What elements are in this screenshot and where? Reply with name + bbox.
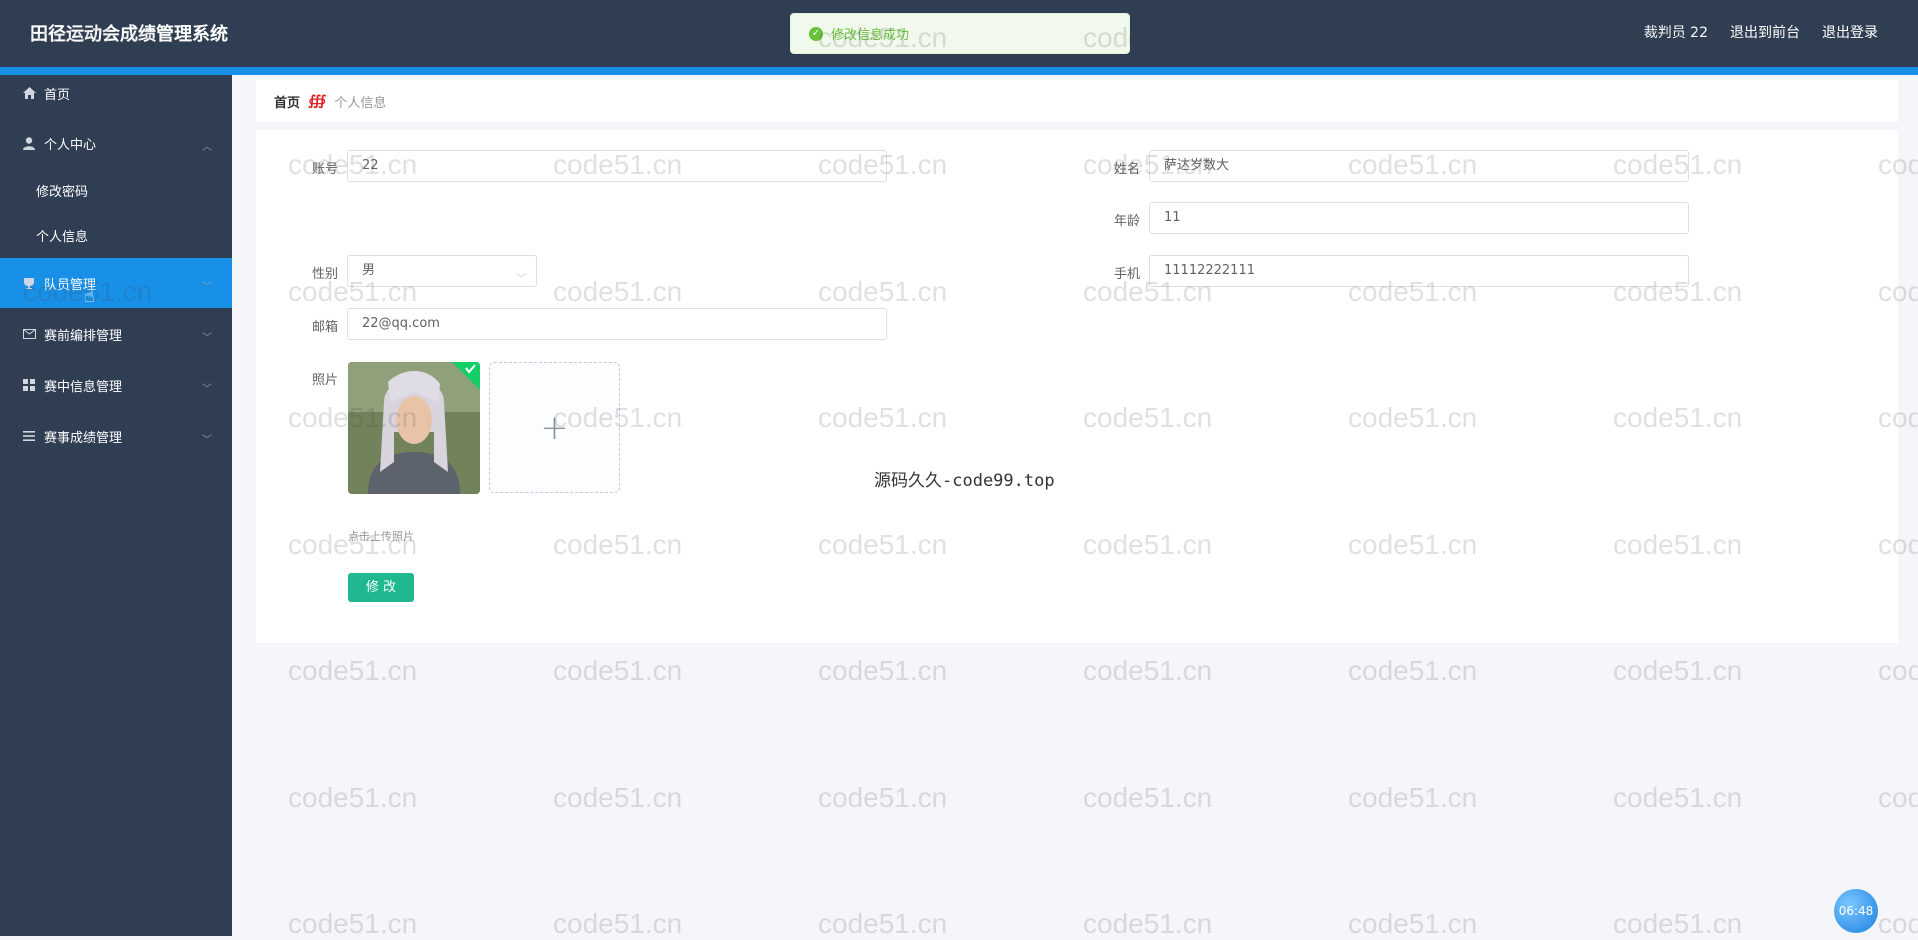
email-label: 邮箱	[311, 320, 338, 335]
chevron-up-icon: ︿	[202, 142, 212, 153]
upload-hint: 点击上传照片	[348, 530, 414, 543]
watermark-text: code51.cn	[818, 782, 948, 813]
toast-message: 修改信息成功	[831, 28, 910, 43]
sidebar-item-label: 赛前编排管理	[44, 328, 123, 344]
gender-select[interactable]: 男 ﹀	[347, 255, 537, 287]
watermark-text: code51.cn	[1878, 782, 1918, 813]
chevron-down-icon: ﹀	[202, 282, 212, 293]
uploaded-photo[interactable]	[348, 362, 480, 494]
sidebar-item-personal-info[interactable]: 个人信息	[0, 210, 232, 260]
watermark-text: code51.cn	[1348, 908, 1478, 939]
watermark-text: code51.cn	[1348, 655, 1478, 686]
account-label: 账号	[311, 162, 338, 177]
sidebar-item-results[interactable]: 赛事成绩管理 ﹀	[0, 411, 232, 461]
gender-label: 性别	[311, 267, 338, 282]
watermark-text: code51.cn	[1083, 908, 1213, 939]
watermark-text: code51.cn	[1613, 655, 1743, 686]
grid-icon	[22, 378, 36, 392]
sidebar-item-pre-match[interactable]: 赛前编排管理 ﹀	[0, 309, 232, 359]
sidebar-item-label: 修改密码	[36, 184, 89, 200]
sidebar-item-member-management[interactable]: 队员管理 ﹀	[0, 258, 232, 308]
watermark-text: code51.cn	[818, 908, 948, 939]
sidebar-item-label: 赛事成绩管理	[44, 430, 123, 446]
user-icon	[22, 136, 36, 150]
account-field[interactable]: 22	[347, 150, 887, 182]
chevron-down-icon: ﹀	[202, 333, 212, 344]
age-field[interactable]: 11	[1149, 202, 1689, 234]
watermark-text: code51.cn	[553, 908, 683, 939]
photo-upload-button[interactable]: +	[489, 362, 620, 493]
sidebar-item-personal-center[interactable]: 个人中心 ︿	[0, 118, 232, 168]
watermark-text: code51.cn	[818, 655, 948, 686]
home-icon	[22, 86, 36, 100]
trophy-icon	[22, 276, 36, 290]
success-toast: ✓ 修改信息成功	[790, 13, 1130, 54]
watermark-text: code51.cn	[1613, 782, 1743, 813]
gender-select-value: 男	[362, 263, 376, 278]
breadcrumb: 首页 ∰ 个人信息	[256, 80, 1898, 122]
list-icon	[22, 429, 36, 443]
watermark-text: code51.cn	[288, 908, 418, 939]
sidebar-item-label: 个人中心	[44, 137, 97, 153]
watermark-text: code51.cn	[1083, 655, 1213, 686]
hand-cursor-icon: ☝	[84, 286, 95, 307]
code-watermark-text: 源码久久-code99.top	[874, 471, 1055, 491]
watermark-text: code51.cn	[553, 655, 683, 686]
exit-to-front-link[interactable]: 退出到前台	[1730, 22, 1800, 42]
name-field[interactable]: 萨达岁数大	[1149, 150, 1689, 182]
chevron-down-icon: ﹀	[202, 435, 212, 446]
chevron-down-icon: ﹀	[516, 274, 526, 285]
breadcrumb-current: 个人信息	[334, 95, 387, 111]
breadcrumb-separator-icon: ∰	[308, 93, 327, 109]
modify-button[interactable]: 修 改	[348, 573, 414, 602]
header-links: 裁判员 22 退出到前台 退出登录	[1644, 22, 1878, 42]
chevron-down-icon: ﹀	[202, 384, 212, 395]
app-title: 田径运动会成绩管理系统	[30, 24, 228, 45]
sidebar-item-home[interactable]: 首页	[0, 68, 232, 118]
header-accent-bar	[0, 67, 1918, 75]
current-user: 裁判员 22	[1643, 25, 1708, 41]
phone-field[interactable]: 11112222111	[1149, 255, 1689, 287]
watermark-text: code51.cn	[1083, 782, 1213, 813]
logout-link[interactable]: 退出登录	[1822, 22, 1878, 42]
clock-badge[interactable]: 06:48	[1834, 889, 1878, 933]
email-field[interactable]: 22@qq.com	[347, 308, 887, 340]
sidebar: 首页 个人中心 ︿ 修改密码 个人信息 队员管理 ﹀ 赛前编排管理 ﹀ 赛中信息…	[0, 75, 232, 936]
phone-label: 手机	[1113, 267, 1140, 282]
sidebar-item-label: 首页	[44, 87, 71, 103]
watermark-text: code51.cn	[288, 782, 418, 813]
watermark-text: code51.cn	[1878, 908, 1918, 939]
mail-icon	[22, 327, 36, 341]
watermark-text: code51.cn	[1348, 782, 1478, 813]
breadcrumb-home[interactable]: 首页	[274, 92, 300, 111]
sidebar-item-change-password[interactable]: 修改密码	[0, 165, 232, 215]
sidebar-item-in-match[interactable]: 赛中信息管理 ﹀	[0, 360, 232, 410]
sidebar-item-label: 个人信息	[36, 229, 89, 245]
watermark-text: code51.cn	[1878, 655, 1918, 686]
watermark-text: code51.cn	[1613, 908, 1743, 939]
name-label: 姓名	[1113, 162, 1140, 177]
photo-label: 照片	[311, 373, 338, 388]
watermark-text: code51.cn	[553, 782, 683, 813]
age-label: 年龄	[1113, 214, 1140, 229]
watermark-text: code51.cn	[288, 655, 418, 686]
sidebar-item-label: 赛中信息管理	[44, 379, 123, 395]
check-circle-icon: ✓	[809, 26, 823, 41]
